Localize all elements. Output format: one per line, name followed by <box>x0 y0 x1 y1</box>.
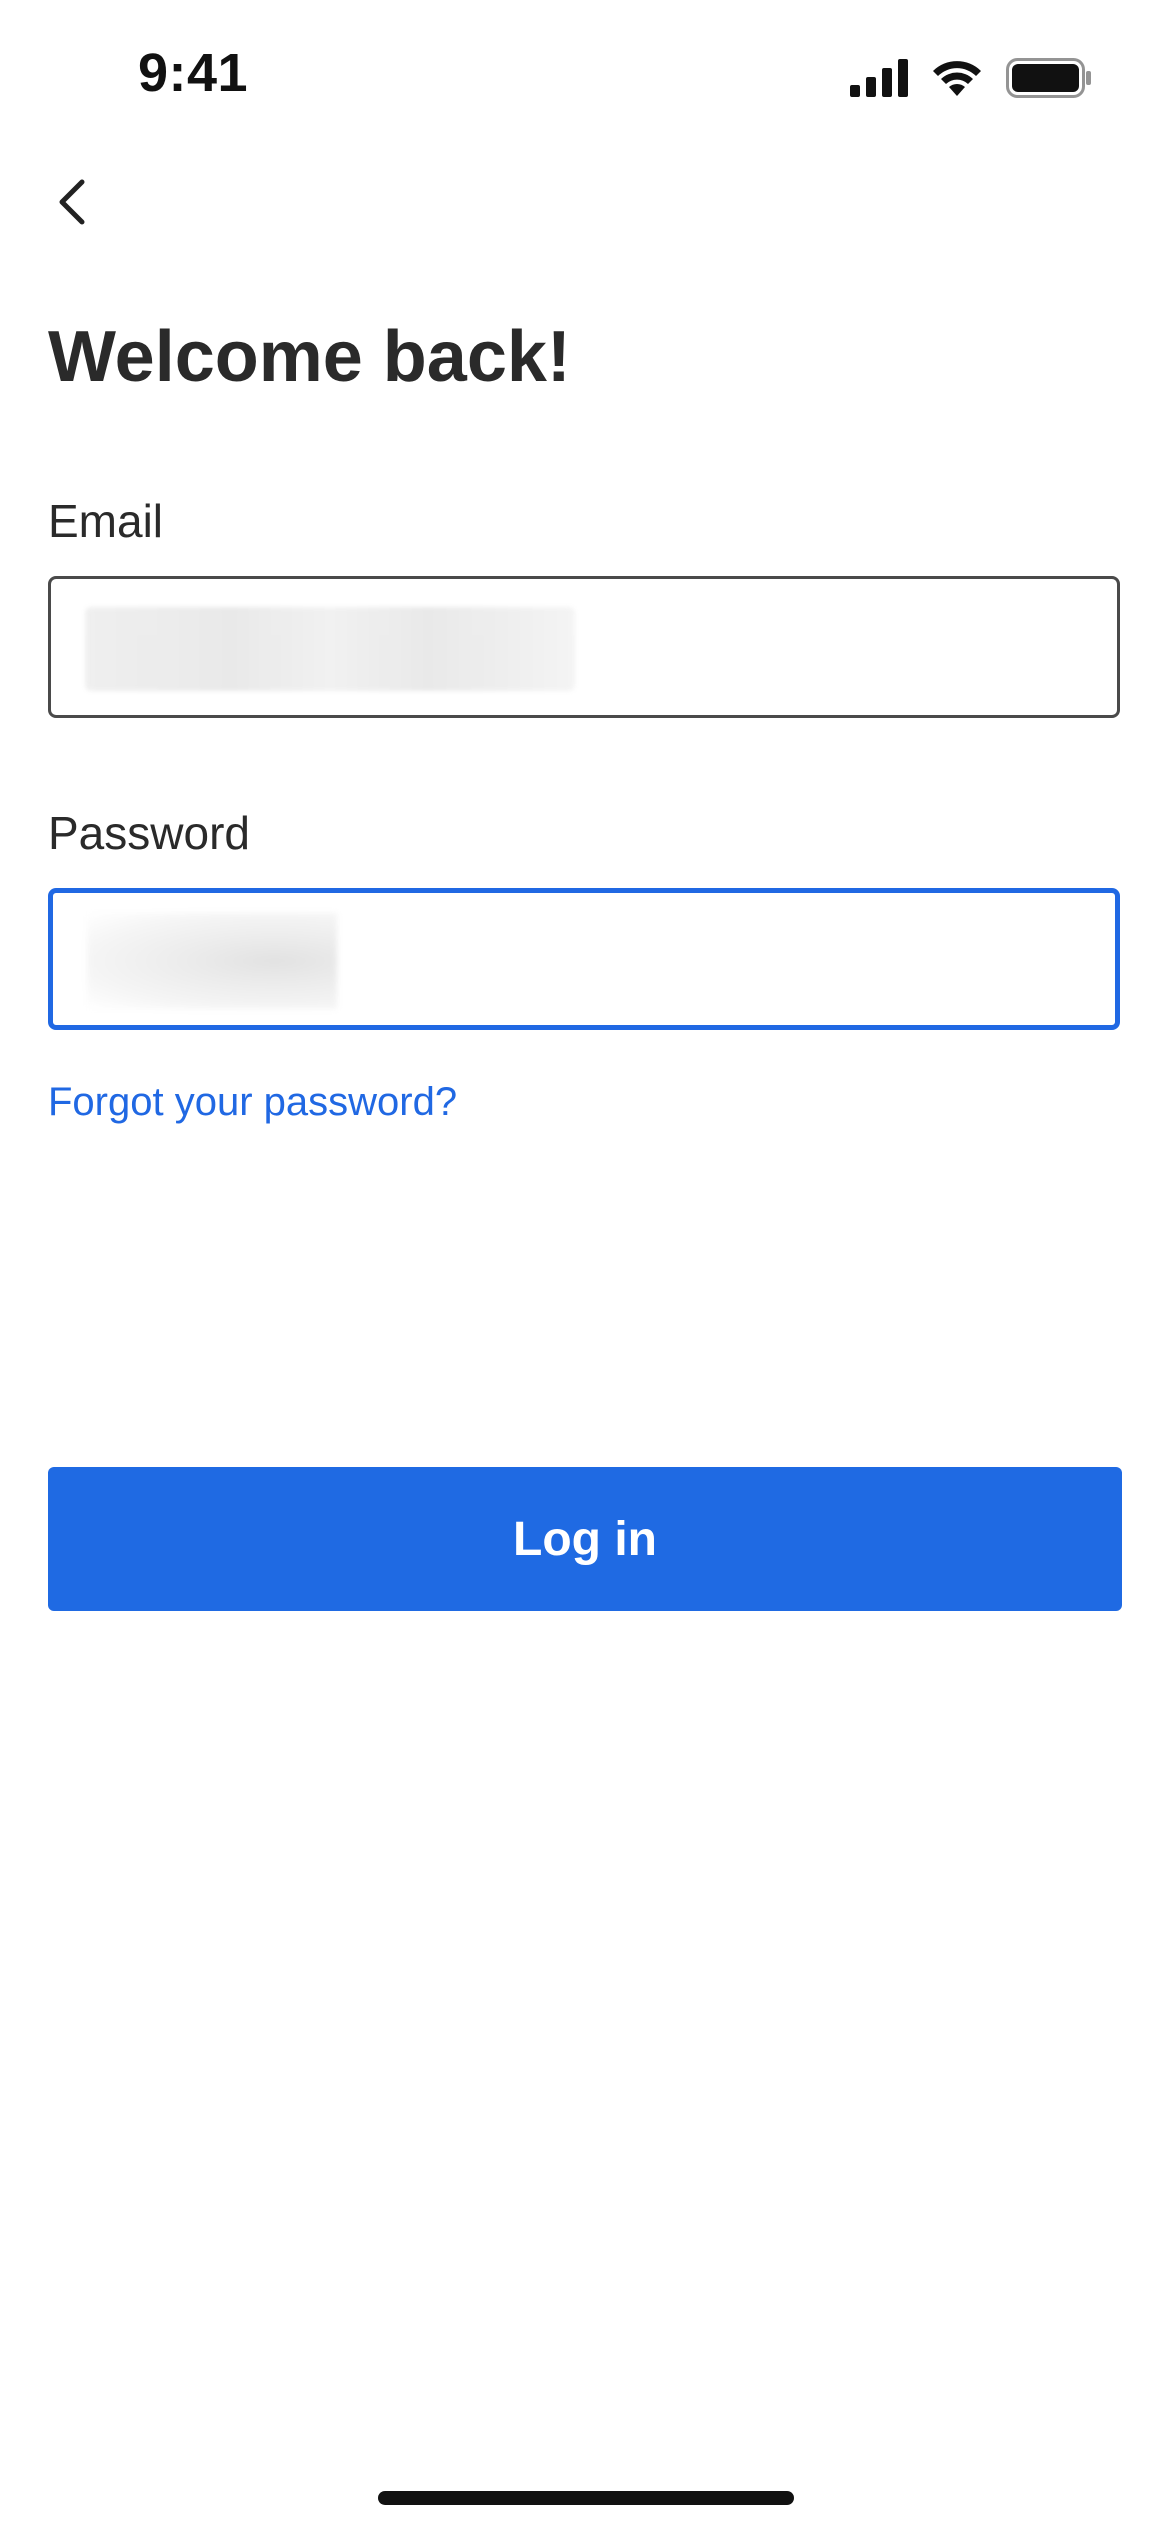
status-icons <box>850 56 1092 100</box>
battery-icon <box>1006 58 1092 98</box>
password-value-redacted <box>87 913 337 1009</box>
login-button[interactable]: Log in <box>48 1467 1122 1611</box>
back-button[interactable] <box>40 172 104 236</box>
cellular-signal-icon <box>850 59 908 97</box>
email-value-redacted <box>85 607 575 691</box>
forgot-password-link[interactable]: Forgot your password? <box>48 1080 457 1125</box>
password-field[interactable] <box>48 888 1120 1030</box>
chevron-left-icon <box>54 176 90 233</box>
email-field[interactable] <box>48 576 1120 718</box>
password-label: Password <box>48 807 250 859</box>
page-title: Welcome back! <box>48 317 571 397</box>
email-label: Email <box>48 495 164 547</box>
home-indicator <box>378 2491 794 2505</box>
wifi-icon <box>930 58 984 98</box>
status-time: 9:41 <box>138 43 249 103</box>
login-screen: 9:41 Welcome back! Email Password Forgot… <box>0 0 1170 2532</box>
status-bar: 9:41 <box>0 0 1170 150</box>
